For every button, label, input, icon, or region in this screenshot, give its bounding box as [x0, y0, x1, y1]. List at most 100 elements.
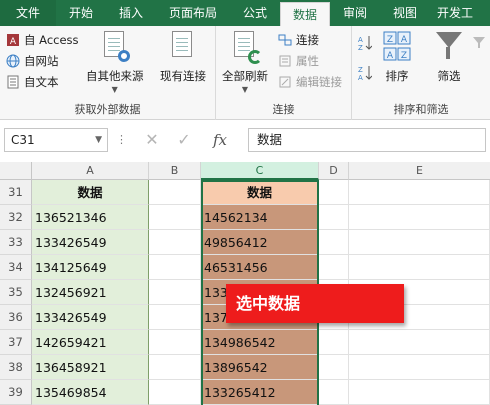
cell-b34[interactable]: [149, 255, 201, 280]
annotation-callout: 选中数据: [226, 284, 404, 323]
cell-e34[interactable]: [349, 255, 490, 280]
refresh-all-button[interactable]: 全部刷新 ▼: [222, 30, 268, 94]
cell-c34[interactable]: 46531456: [201, 255, 319, 280]
filter-button[interactable]: 筛选: [434, 30, 464, 84]
group-label-sort-filter: 排序和筛选: [393, 103, 449, 116]
column-header-a[interactable]: A: [32, 162, 149, 180]
row-header[interactable]: 31: [0, 180, 32, 205]
sort-label: 排序: [385, 69, 409, 83]
row-header[interactable]: 39: [0, 380, 32, 405]
tab-view[interactable]: 视图: [380, 0, 430, 26]
insert-function-icon[interactable]: fx: [208, 128, 232, 152]
cell-c32[interactable]: 14562134: [201, 205, 319, 230]
properties-label: 属性: [296, 54, 319, 68]
cell-d32[interactable]: [319, 205, 349, 230]
sort-button[interactable]: ZAAZ 排序: [382, 30, 412, 84]
cell-e33[interactable]: [349, 230, 490, 255]
cell-e38[interactable]: [349, 355, 490, 380]
cell-a31[interactable]: 数据: [32, 180, 149, 205]
row-header[interactable]: 33: [0, 230, 32, 255]
chevron-down-icon[interactable]: ▼: [95, 129, 102, 151]
cell-b39[interactable]: [149, 380, 201, 405]
existing-connections-label: 现有连接: [160, 69, 206, 83]
cell-e32[interactable]: [349, 205, 490, 230]
group-connections: 全部刷新 ▼ 连接 属性 编辑链接 连接: [216, 26, 352, 120]
cell-d31[interactable]: [319, 180, 349, 205]
tab-page-layout[interactable]: 页面布局: [156, 0, 230, 26]
cell-c37[interactable]: 134986542: [201, 330, 319, 355]
row-header[interactable]: 35: [0, 280, 32, 305]
other-sources-icon: [100, 30, 130, 64]
cell-d33[interactable]: [319, 230, 349, 255]
cell-b33[interactable]: [149, 230, 201, 255]
web-icon: [6, 54, 20, 68]
select-all-corner[interactable]: [0, 162, 32, 180]
cell-a39[interactable]: 135469854: [32, 380, 149, 405]
formula-bar-resize-handle[interactable]: ⋮: [116, 128, 127, 152]
cell-a38[interactable]: 136458921: [32, 355, 149, 380]
cell-b37[interactable]: [149, 330, 201, 355]
svg-text:A: A: [387, 51, 394, 61]
name-box-value: C31: [11, 133, 35, 147]
row-header[interactable]: 37: [0, 330, 32, 355]
formula-input[interactable]: 数据: [248, 128, 486, 152]
refresh-all-label: 全部刷新: [222, 69, 268, 83]
row-header[interactable]: 34: [0, 255, 32, 280]
tab-home[interactable]: 开始: [56, 0, 106, 26]
cell-e39[interactable]: [349, 380, 490, 405]
connections-button[interactable]: 连接: [278, 30, 319, 50]
cell-d37[interactable]: [319, 330, 349, 355]
properties-button[interactable]: 属性: [278, 51, 319, 71]
cell-a34[interactable]: 134125649: [32, 255, 149, 280]
cell-b32[interactable]: [149, 205, 201, 230]
row-header[interactable]: 32: [0, 205, 32, 230]
cell-b38[interactable]: [149, 355, 201, 380]
from-text-button[interactable]: 自文本: [6, 72, 59, 92]
cell-d34[interactable]: [319, 255, 349, 280]
cell-b31[interactable]: [149, 180, 201, 205]
cell-a35[interactable]: 132456921: [32, 280, 149, 305]
tab-file[interactable]: 文件: [0, 0, 56, 26]
cell-c33[interactable]: 49856412: [201, 230, 319, 255]
column-header-d[interactable]: D: [319, 162, 349, 180]
tab-insert[interactable]: 插入: [106, 0, 156, 26]
from-other-sources-button[interactable]: 自其他来源 ▼: [86, 30, 144, 94]
column-header-c[interactable]: C: [201, 162, 319, 180]
sort-descending-button[interactable]: ZA: [358, 62, 376, 82]
column-header-e[interactable]: E: [349, 162, 490, 180]
cell-a37[interactable]: 142659421: [32, 330, 149, 355]
cell-b36[interactable]: [149, 305, 201, 330]
cell-c39[interactable]: 133265412: [201, 380, 319, 405]
group-label-connections: 连接: [272, 103, 295, 116]
cell-b35[interactable]: [149, 280, 201, 305]
sort-ascending-button[interactable]: AZ: [358, 32, 376, 52]
existing-connections-button[interactable]: 现有连接: [160, 30, 206, 84]
edit-links-button[interactable]: 编辑链接: [278, 72, 342, 92]
row-header[interactable]: 38: [0, 355, 32, 380]
column-header-b[interactable]: B: [149, 162, 201, 180]
from-web-label: 自网站: [24, 54, 59, 68]
tab-formulas[interactable]: 公式: [230, 0, 280, 26]
row-header[interactable]: 36: [0, 305, 32, 330]
cell-d38[interactable]: [319, 355, 349, 380]
from-web-button[interactable]: 自网站: [6, 51, 59, 71]
cell-a33[interactable]: 133426549: [32, 230, 149, 255]
cell-a32[interactable]: 136521346: [32, 205, 149, 230]
clear-filter-button[interactable]: [472, 32, 490, 52]
confirm-check-icon[interactable]: ✓: [172, 128, 196, 152]
tab-developer[interactable]: 开发工: [430, 0, 480, 26]
tab-data[interactable]: 数据: [280, 2, 330, 26]
cell-e31[interactable]: [349, 180, 490, 205]
cell-c38[interactable]: 13896542: [201, 355, 319, 380]
chevron-down-icon: ▼: [111, 85, 118, 94]
cell-e37[interactable]: [349, 330, 490, 355]
cell-c31[interactable]: 数据: [201, 180, 319, 205]
name-box[interactable]: C31 ▼: [4, 128, 108, 152]
cancel-icon[interactable]: ✕: [140, 128, 164, 152]
svg-text:A: A: [10, 37, 17, 47]
tab-review[interactable]: 审阅: [330, 0, 380, 26]
svg-text:Z: Z: [358, 66, 363, 74]
from-access-button[interactable]: A 自 Access: [6, 30, 79, 50]
cell-d39[interactable]: [319, 380, 349, 405]
cell-a36[interactable]: 133426549: [32, 305, 149, 330]
